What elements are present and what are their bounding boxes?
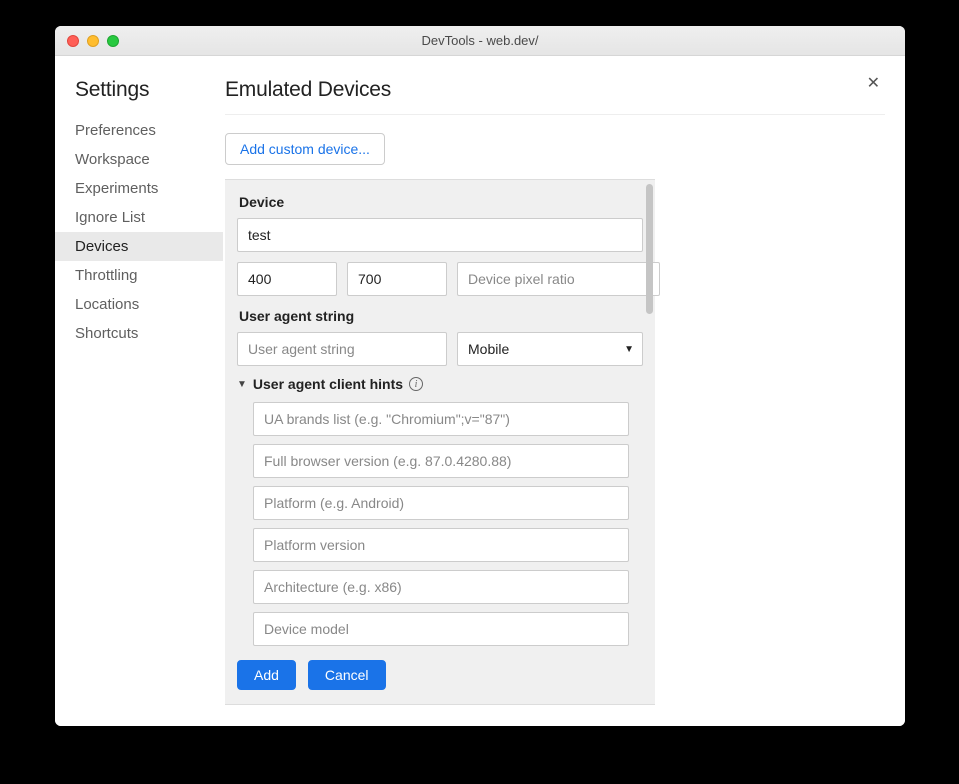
device-width-input[interactable] xyxy=(237,262,337,296)
ua-architecture-input[interactable] xyxy=(253,570,629,604)
device-section-label: Device xyxy=(239,194,643,210)
window-title: DevTools - web.dev/ xyxy=(55,33,905,48)
close-icon[interactable]: ✕ xyxy=(867,76,880,92)
sidebar-item-shortcuts[interactable]: Shortcuts xyxy=(55,319,223,348)
sidebar-item-ignore-list[interactable]: Ignore List xyxy=(55,203,223,232)
titlebar: DevTools - web.dev/ xyxy=(55,26,905,56)
sidebar-item-workspace[interactable]: Workspace xyxy=(55,145,223,174)
cancel-button[interactable]: Cancel xyxy=(308,660,386,690)
ua-section-label: User agent string xyxy=(239,308,643,324)
add-custom-device-button[interactable]: Add custom device... xyxy=(225,133,385,165)
sidebar-item-preferences[interactable]: Preferences xyxy=(55,116,223,145)
user-agent-string-input[interactable] xyxy=(237,332,447,366)
scrollbar[interactable] xyxy=(646,184,653,314)
page-title: Emulated Devices xyxy=(225,78,885,115)
ua-platform-input[interactable] xyxy=(253,486,629,520)
maximize-window-button[interactable] xyxy=(107,35,119,47)
ua-device-model-input[interactable] xyxy=(253,612,629,646)
ua-client-hints-toggle[interactable]: ▼ User agent client hints i xyxy=(237,376,643,392)
sidebar-item-devices[interactable]: Devices xyxy=(55,232,223,261)
info-icon[interactable]: i xyxy=(409,377,423,391)
device-pixel-ratio-input[interactable] xyxy=(457,262,660,296)
minimize-window-button[interactable] xyxy=(87,35,99,47)
close-window-button[interactable] xyxy=(67,35,79,47)
sidebar-item-locations[interactable]: Locations xyxy=(55,290,223,319)
device-name-input[interactable] xyxy=(237,218,643,252)
user-agent-type-value: Mobile xyxy=(468,341,509,357)
app-window: DevTools - web.dev/ ✕ Settings Preferenc… xyxy=(55,26,905,726)
user-agent-type-select[interactable]: Mobile ▼ xyxy=(457,332,643,366)
device-height-input[interactable] xyxy=(347,262,447,296)
sidebar-item-throttling[interactable]: Throttling xyxy=(55,261,223,290)
ua-platform-version-input[interactable] xyxy=(253,528,629,562)
add-button[interactable]: Add xyxy=(237,660,296,690)
ua-brands-input[interactable] xyxy=(253,402,629,436)
settings-sidebar: Settings Preferences Workspace Experimen… xyxy=(75,56,203,726)
ua-client-hints-fields xyxy=(237,402,643,646)
device-editor: Device User agent string Mobile xyxy=(225,179,655,705)
ua-full-version-input[interactable] xyxy=(253,444,629,478)
chevron-down-icon: ▼ xyxy=(624,344,634,355)
main-panel: Emulated Devices Add custom device... De… xyxy=(203,56,885,726)
triangle-down-icon: ▼ xyxy=(237,379,247,390)
sidebar-item-experiments[interactable]: Experiments xyxy=(55,174,223,203)
settings-title: Settings xyxy=(75,78,203,102)
ua-client-hints-label: User agent client hints xyxy=(253,376,403,392)
traffic-lights xyxy=(67,35,119,47)
